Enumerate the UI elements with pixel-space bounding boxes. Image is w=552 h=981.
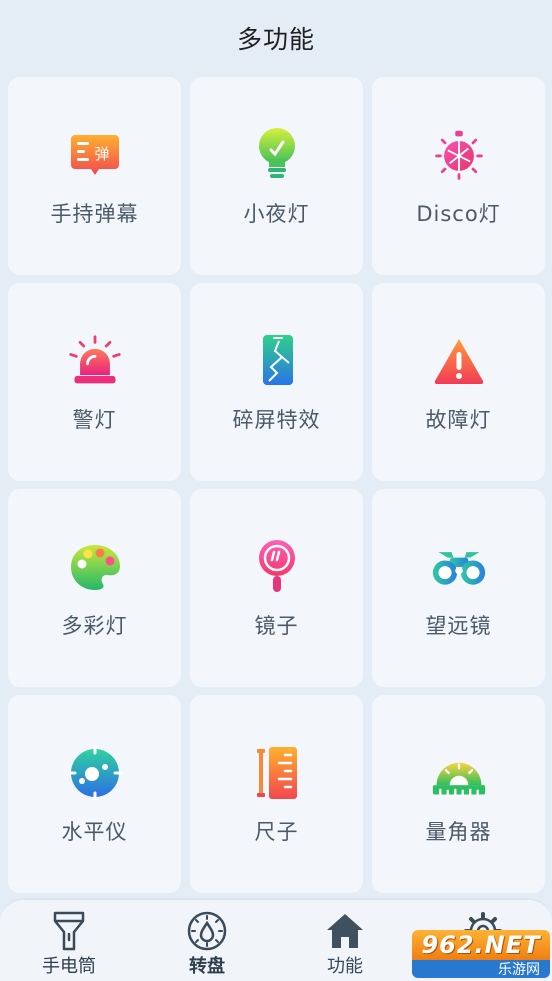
tab-features[interactable]: 功能 [276,900,414,981]
bulb-icon [249,127,305,183]
wheel-icon [186,910,228,952]
tile-label: 望远镜 [425,614,492,638]
home-icon [324,910,366,952]
feature-grid: 弹 手持弹幕 小夜灯 Disco灯 警灯 碎屏特效 故障灯 多彩灯 镜子 望远镜… [8,77,545,893]
protractor-icon [431,745,487,801]
tile-label: 多彩灯 [61,614,128,638]
ruler-icon [249,745,305,801]
warning-triangle-icon [431,333,487,389]
tile-level[interactable]: 水平仪 [8,695,181,893]
tile-cracked-screen[interactable]: 碎屏特效 [190,283,363,481]
page-title: 多功能 [236,25,315,54]
tile-label: 故障灯 [425,408,492,432]
tab-label: 手电筒 [42,956,96,977]
page-header: 多功能 [0,0,552,76]
tile-night-light[interactable]: 小夜灯 [190,77,363,275]
tile-mirror[interactable]: 镜子 [190,489,363,687]
tile-ruler[interactable]: 尺子 [190,695,363,893]
site-watermark: 962.NET 乐游网 [412,930,550,978]
tab-label: 转盘 [189,956,225,977]
tab-flashlight[interactable]: 手电筒 [0,900,138,981]
tile-label: 碎屏特效 [232,408,321,432]
danmaku-glyph: 弹 [94,145,109,163]
danmaku-icon: 弹 [67,127,123,183]
tile-color-light[interactable]: 多彩灯 [8,489,181,687]
flashlight-icon [48,910,90,952]
tile-police-light[interactable]: 警灯 [8,283,181,481]
watermark-logo-text: 962.NET [412,930,550,960]
tile-label: 量角器 [425,820,492,844]
tile-label: 尺子 [254,820,299,844]
tile-protractor[interactable]: 量角器 [372,695,545,893]
cracked-phone-icon [249,333,305,389]
tile-label: Disco灯 [416,202,501,226]
disco-ball-icon [431,127,487,183]
mirror-icon [249,539,305,595]
tile-label: 小夜灯 [243,202,310,226]
tab-wheel[interactable]: 转盘 [138,900,276,981]
level-icon [67,745,123,801]
tile-label: 水平仪 [61,820,128,844]
tile-telescope[interactable]: 望远镜 [372,489,545,687]
tile-disco-light[interactable]: Disco灯 [372,77,545,275]
binoculars-icon [431,539,487,595]
tile-label: 手持弹幕 [50,202,139,226]
siren-icon [67,333,123,389]
tile-danmaku[interactable]: 弹 手持弹幕 [8,77,181,275]
tab-label: 功能 [327,956,363,977]
tile-label: 镜子 [254,614,299,638]
tile-hazard-light[interactable]: 故障灯 [372,283,545,481]
tile-label: 警灯 [72,408,117,432]
palette-icon [67,539,123,595]
watermark-site-name: 乐游网 [412,960,550,978]
